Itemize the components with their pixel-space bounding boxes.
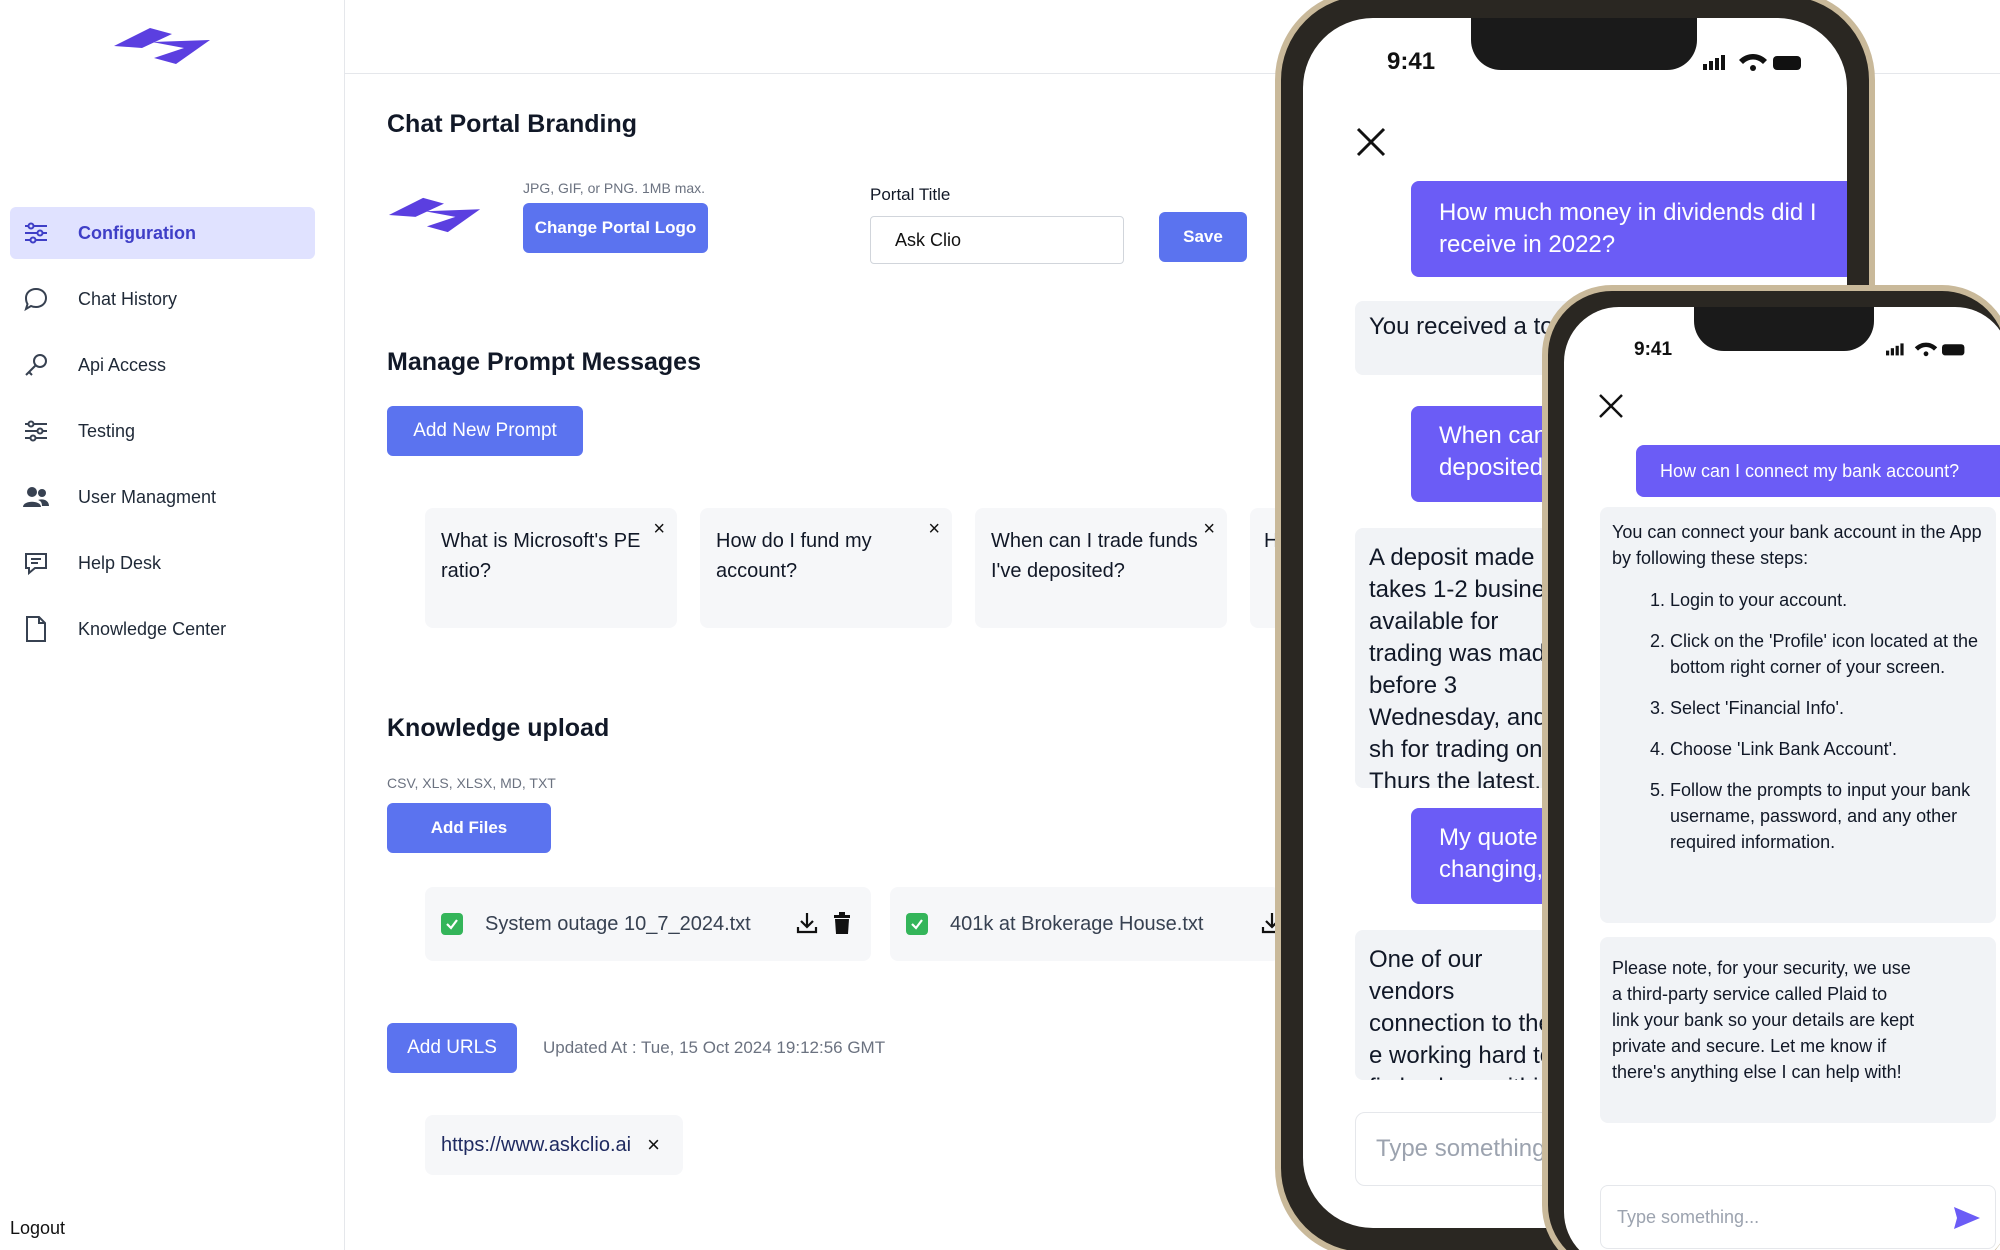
sidebar-item-testing[interactable]: Testing	[10, 405, 315, 457]
step-item: Click on the 'Profile' icon located at t…	[1670, 628, 1984, 680]
document-icon	[22, 615, 50, 643]
sidebar-item-label: Configuration	[78, 222, 196, 243]
sidebar-item-knowledge-center[interactable]: Knowledge Center	[10, 603, 315, 655]
sidebar-item-label: User Managment	[78, 486, 217, 507]
download-icon[interactable]	[795, 911, 819, 941]
sidebar-item-label: Chat History	[78, 288, 178, 309]
sidebar-nav: Configuration Chat History Api Access Te…	[10, 207, 315, 669]
sliders-icon	[22, 219, 50, 247]
file-types-hint: CSV, XLS, XLSX, MD, TXT	[387, 775, 556, 791]
file-item: 401k at Brokerage House.txt	[890, 887, 1283, 961]
sidebar-item-label: Api Access	[78, 354, 167, 375]
change-portal-logo-button[interactable]: Change Portal Logo	[523, 203, 708, 253]
portal-logo-preview	[388, 197, 481, 233]
save-button[interactable]: Save	[1159, 212, 1247, 262]
chat-input[interactable]: Type something...	[1600, 1185, 1996, 1249]
phone-front-screen: 9:41 How can I connect my bank account? …	[1564, 307, 2000, 1250]
step-item: Select 'Financial Info'.	[1670, 695, 1984, 721]
sidebar-item-chat-history[interactable]: Chat History	[10, 273, 315, 325]
message-bot: Please note, for your security, we use a…	[1600, 937, 1996, 1123]
message-user: How can I connect my bank account?	[1636, 445, 2000, 497]
knowledge-title: Knowledge upload	[387, 714, 610, 742]
logo-hint: JPG, GIF, or PNG. 1MB max.	[523, 180, 706, 196]
chat-input-placeholder: Type something...	[1617, 1206, 1760, 1227]
step-item: Login to your account.	[1670, 587, 1984, 613]
close-icon[interactable]: ×	[647, 1132, 660, 1158]
check-icon	[906, 913, 928, 935]
sidebar: Configuration Chat History Api Access Te…	[0, 0, 345, 1250]
file-name: System outage 10_7_2024.txt	[485, 912, 751, 935]
sidebar-item-api-access[interactable]: Api Access	[10, 339, 315, 391]
close-icon[interactable]	[1598, 393, 1624, 424]
prompt-text: What is Microsoft's PE ratio?	[441, 530, 641, 582]
close-icon[interactable]: ×	[1203, 514, 1215, 544]
message-user: How much money in dividends did I receiv…	[1411, 181, 1847, 277]
step-item: Follow the prompts to input your bank us…	[1670, 777, 1984, 855]
prompt-text: How do I fund my account?	[716, 530, 872, 582]
logout-link[interactable]: Logout	[10, 1218, 65, 1239]
close-icon[interactable]: ×	[653, 514, 665, 544]
step-item: Choose 'Link Bank Account'.	[1670, 736, 1984, 762]
phone-front: 9:41 How can I connect my bank account? …	[1542, 285, 2000, 1250]
chat-bubble-icon	[22, 285, 50, 313]
updated-at-text: Updated At : Tue, 15 Oct 2024 19:12:56 G…	[543, 1038, 886, 1057]
file-item: System outage 10_7_2024.txt	[425, 887, 871, 961]
add-urls-button[interactable]: Add URLS	[387, 1023, 517, 1073]
branding-title: Chat Portal Branding	[387, 110, 638, 138]
file-name: 401k at Brokerage House.txt	[950, 912, 1204, 935]
status-time: 9:41	[1387, 48, 1436, 75]
prompt-card[interactable]: When can I trade funds I've deposited? ×	[975, 508, 1227, 628]
sidebar-item-help-desk[interactable]: Help Desk	[10, 537, 315, 589]
sidebar-item-user-managment[interactable]: User Managment	[10, 471, 315, 523]
prompt-card[interactable]: How do I fund my account? ×	[700, 508, 952, 628]
status-icons	[1886, 341, 1966, 362]
sidebar-item-configuration[interactable]: Configuration	[10, 207, 315, 259]
check-icon	[441, 913, 463, 935]
sidebar-item-label: Knowledge Center	[78, 618, 227, 639]
url-link[interactable]: https://www.askclio.ai	[441, 1134, 631, 1157]
sliders-icon	[22, 417, 50, 445]
phone-notch	[1471, 18, 1697, 70]
url-item: https://www.askclio.ai ×	[425, 1115, 683, 1175]
users-icon	[22, 483, 50, 511]
help-chat-icon	[22, 549, 50, 577]
steps-list: Login to your account. Click on the 'Pro…	[1612, 587, 1984, 855]
brand-logo	[114, 28, 210, 64]
bot-intro: You can connect your bank account in the…	[1612, 522, 1982, 568]
prompts-title: Manage Prompt Messages	[387, 348, 701, 376]
status-icons	[1703, 52, 1803, 77]
trash-icon[interactable]	[832, 911, 852, 941]
phone-notch	[1694, 307, 1874, 351]
status-time: 9:41	[1634, 339, 1673, 360]
close-icon[interactable]	[1355, 126, 1387, 163]
message-bot: You can connect your bank account in the…	[1600, 507, 1996, 923]
prompt-text: When can I trade funds I've deposited?	[991, 530, 1198, 582]
add-new-prompt-button[interactable]: Add New Prompt	[387, 406, 583, 456]
send-icon[interactable]	[1953, 1206, 1981, 1235]
sidebar-item-label: Testing	[78, 420, 136, 441]
portal-title-input[interactable]: Ask Clio	[870, 216, 1124, 264]
portal-title-label: Portal Title	[870, 185, 951, 204]
sidebar-item-label: Help Desk	[78, 552, 162, 573]
key-icon	[22, 351, 50, 379]
add-files-button[interactable]: Add Files	[387, 803, 551, 853]
close-icon[interactable]: ×	[928, 514, 940, 544]
prompt-card[interactable]: What is Microsoft's PE ratio? ×	[425, 508, 677, 628]
